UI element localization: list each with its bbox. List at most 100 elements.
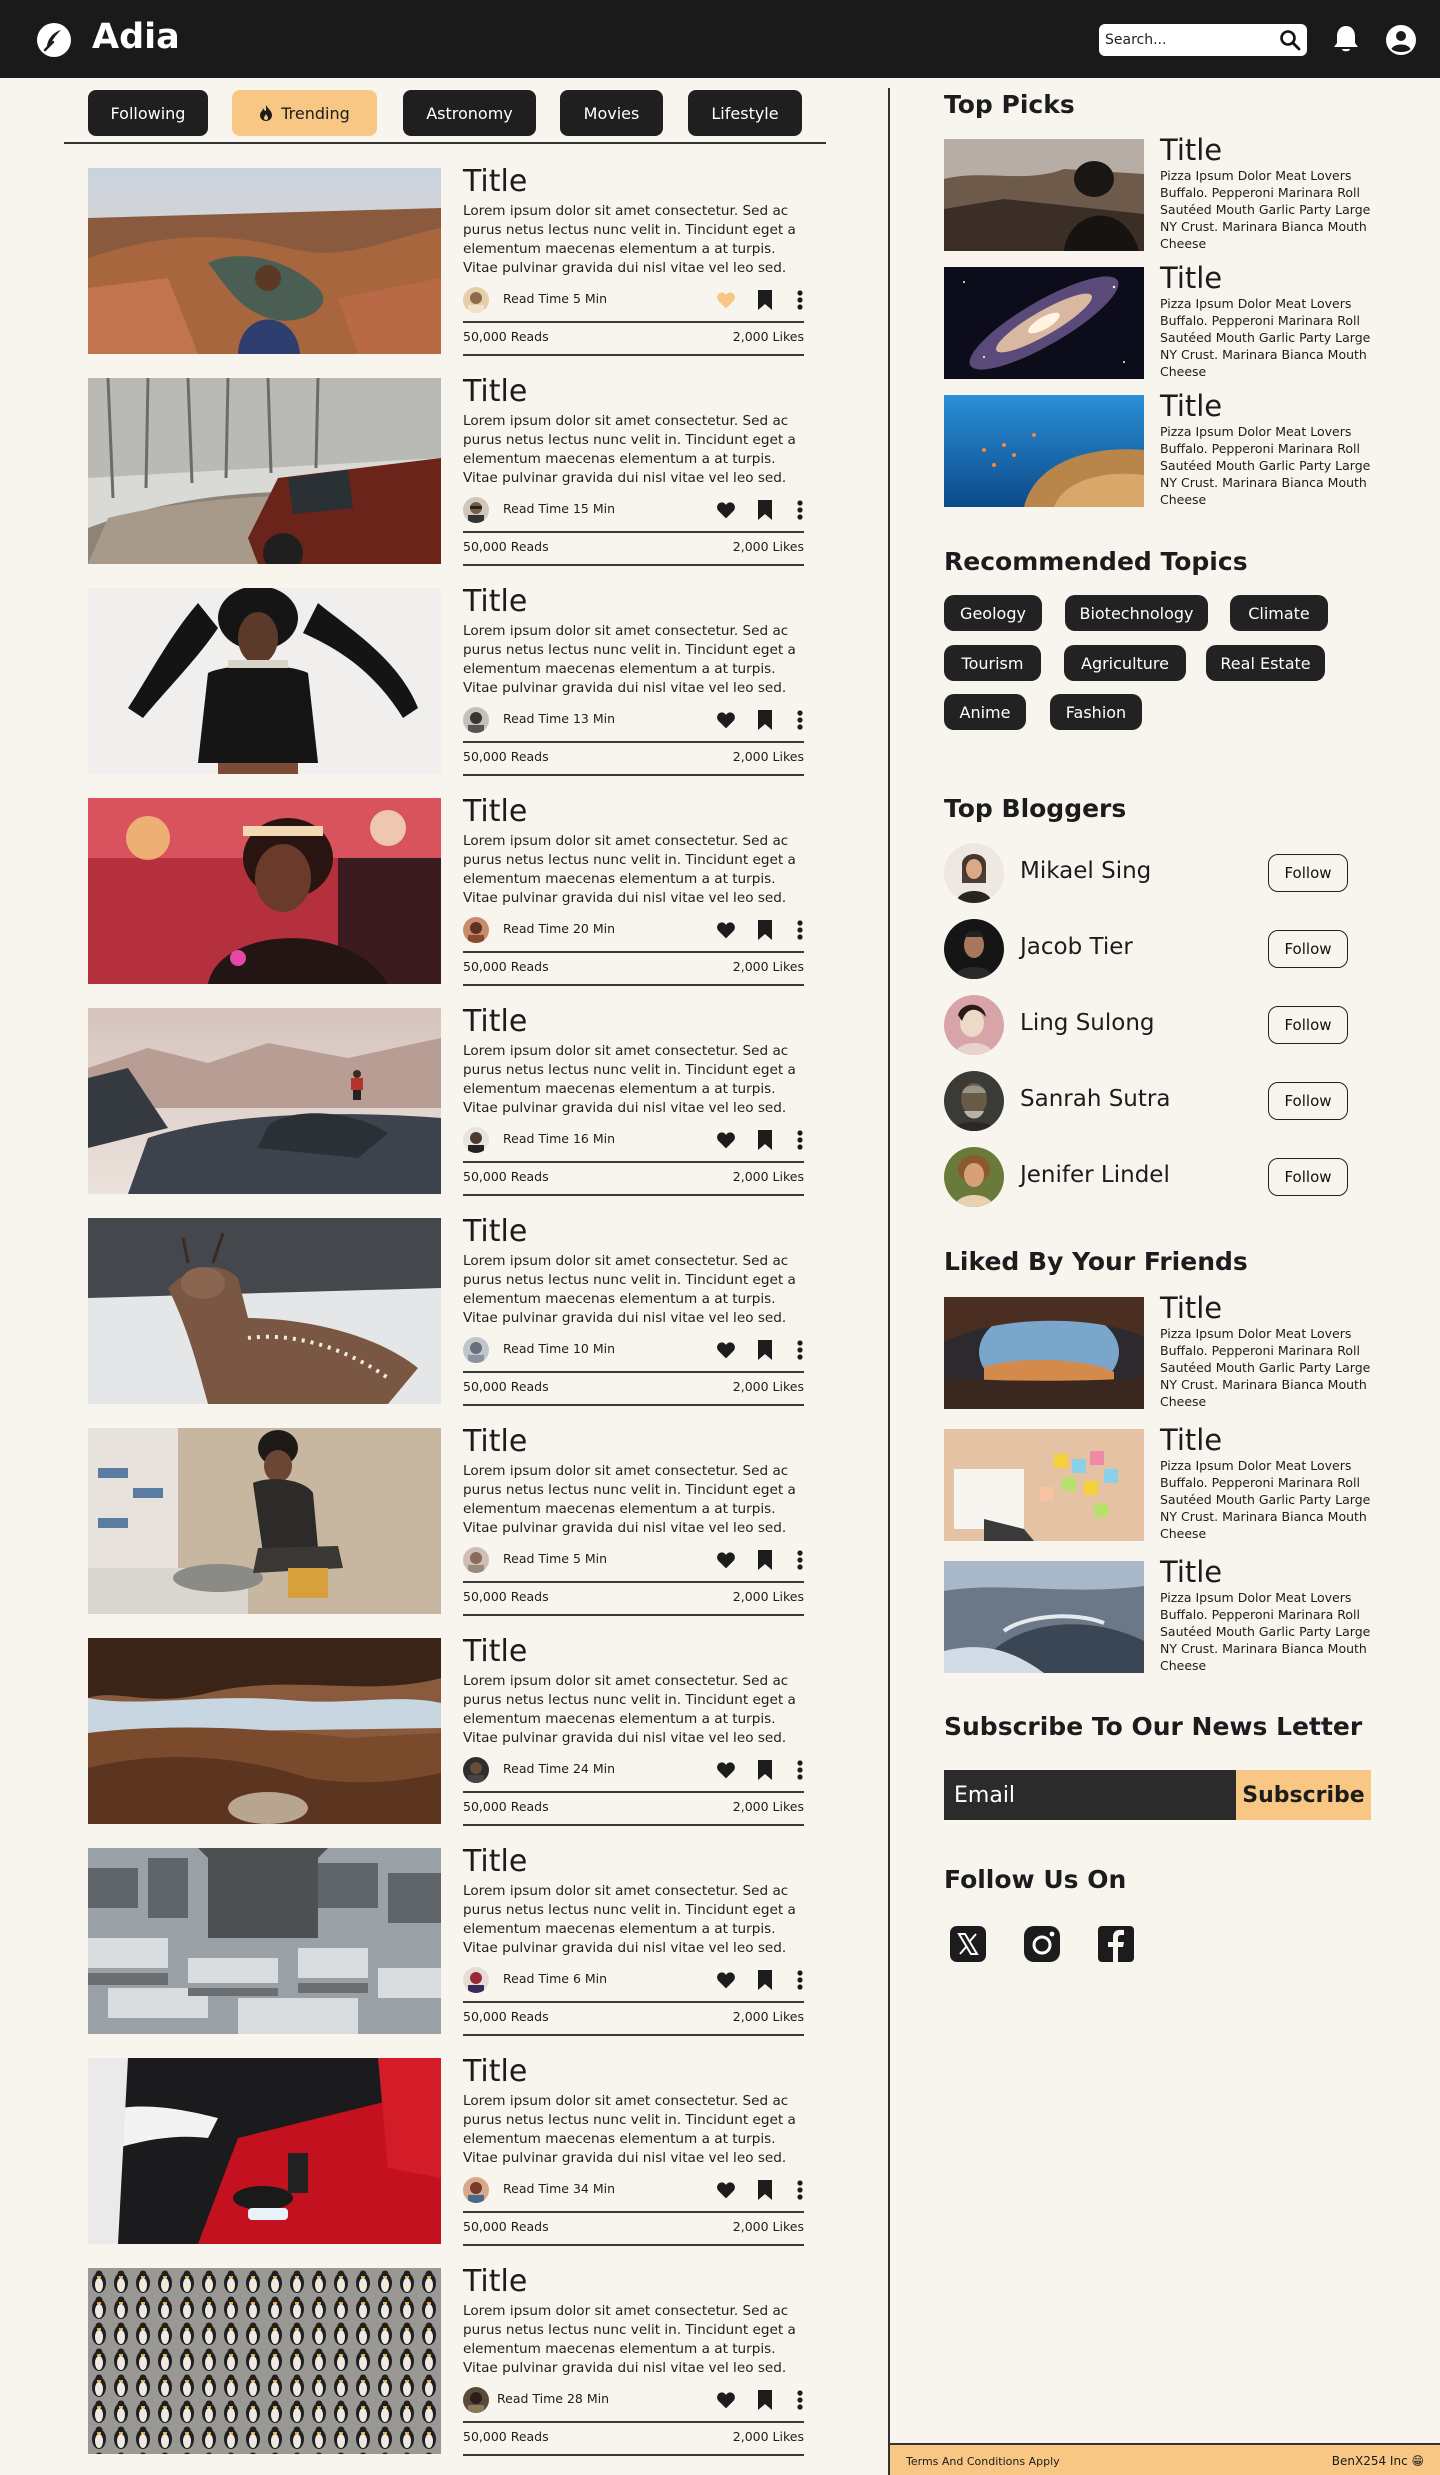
blogger-avatar[interactable] [944, 843, 1004, 903]
article-card[interactable]: Title Lorem ipsum dolor sit amet consect… [88, 2264, 804, 2456]
blogger-avatar[interactable] [944, 1071, 1004, 1131]
terms-link[interactable]: Terms And Conditions Apply [906, 2455, 1060, 2468]
author-avatar[interactable] [463, 1337, 489, 1363]
heart-icon[interactable] [716, 1130, 736, 1150]
liked-item[interactable]: Title Pizza Ipsum Dolor Meat Lovers Buff… [944, 1291, 1384, 1409]
article-image[interactable] [88, 1428, 441, 1614]
liked-image[interactable] [944, 1297, 1144, 1409]
article-image[interactable] [88, 378, 441, 564]
facebook-icon[interactable] [1096, 1924, 1136, 1964]
bell-icon[interactable] [1329, 22, 1363, 56]
blogger-name[interactable]: Sanrah Sutra [1020, 1086, 1170, 1112]
follow-button[interactable]: Follow [1268, 1158, 1348, 1196]
article-card[interactable]: Title Lorem ipsum dolor sit amet consect… [88, 1844, 804, 2036]
author-avatar[interactable] [463, 287, 489, 313]
liked-image[interactable] [944, 1429, 1144, 1541]
kebab-menu-icon[interactable] [796, 1129, 804, 1151]
blogger-avatar[interactable] [944, 919, 1004, 979]
topic-chip[interactable]: Tourism [944, 645, 1041, 681]
heart-icon[interactable] [716, 290, 736, 310]
author-avatar[interactable] [463, 497, 489, 523]
article-card[interactable]: Title Lorem ipsum dolor sit amet consect… [88, 1004, 804, 1196]
liked-title[interactable]: Title [1160, 1555, 1222, 1589]
heart-icon[interactable] [716, 1340, 736, 1360]
bookmark-icon[interactable] [756, 1549, 774, 1571]
article-title[interactable]: Title [463, 164, 527, 199]
heart-icon[interactable] [716, 2180, 736, 2200]
kebab-menu-icon[interactable] [796, 1759, 804, 1781]
kebab-menu-icon[interactable] [796, 289, 804, 311]
kebab-menu-icon[interactable] [796, 499, 804, 521]
topic-chip[interactable]: Climate [1230, 595, 1328, 631]
article-title[interactable]: Title [463, 1424, 527, 1459]
article-title[interactable]: Title [463, 2054, 527, 2089]
article-image[interactable] [88, 168, 441, 354]
blogger-avatar[interactable] [944, 995, 1004, 1055]
article-image[interactable] [88, 2058, 441, 2244]
tab-lifestyle[interactable]: Lifestyle [688, 90, 802, 136]
tab-following[interactable]: Following [88, 90, 208, 136]
bookmark-icon[interactable] [756, 1969, 774, 1991]
article-image[interactable] [88, 1848, 441, 2034]
blogger-avatar[interactable] [944, 1147, 1004, 1207]
blogger-name[interactable]: Ling Sulong [1020, 1010, 1155, 1036]
article-title[interactable]: Title [463, 584, 527, 619]
kebab-menu-icon[interactable] [796, 1549, 804, 1571]
bookmark-icon[interactable] [756, 2389, 774, 2411]
bookmark-icon[interactable] [756, 1759, 774, 1781]
kebab-menu-icon[interactable] [796, 1969, 804, 1991]
heart-icon[interactable] [716, 500, 736, 520]
kebab-menu-icon[interactable] [796, 709, 804, 731]
topic-chip[interactable]: Real Estate [1206, 645, 1325, 681]
article-card[interactable]: Title Lorem ipsum dolor sit amet consect… [88, 164, 804, 356]
article-card[interactable]: Title Lorem ipsum dolor sit amet consect… [88, 584, 804, 776]
follow-button[interactable]: Follow [1268, 854, 1348, 892]
heart-icon[interactable] [716, 1970, 736, 1990]
blogger-name[interactable]: Jenifer Lindel [1020, 1162, 1170, 1188]
user-circle-icon[interactable] [1385, 24, 1417, 56]
topic-chip[interactable]: Agriculture [1064, 645, 1186, 681]
top-pick-image[interactable] [944, 395, 1144, 507]
tab-astronomy[interactable]: Astronomy [403, 90, 536, 136]
liked-item[interactable]: Title Pizza Ipsum Dolor Meat Lovers Buff… [944, 1423, 1384, 1541]
kebab-menu-icon[interactable] [796, 2179, 804, 2201]
article-image[interactable] [88, 588, 441, 774]
blogger-name[interactable]: Jacob Tier [1020, 934, 1133, 960]
kebab-menu-icon[interactable] [796, 919, 804, 941]
search-box[interactable] [1099, 24, 1307, 56]
search-input[interactable] [1105, 32, 1265, 48]
article-title[interactable]: Title [463, 2264, 527, 2299]
top-pick-image[interactable] [944, 139, 1144, 251]
heart-icon[interactable] [716, 2390, 736, 2410]
follow-button[interactable]: Follow [1268, 930, 1348, 968]
tab-trending[interactable]: Trending [232, 90, 377, 136]
article-card[interactable]: Title Lorem ipsum dolor sit amet consect… [88, 794, 804, 986]
top-pick-item[interactable]: Title Pizza Ipsum Dolor Meat Lovers Buff… [944, 133, 1384, 251]
top-pick-title[interactable]: Title [1160, 261, 1222, 295]
article-title[interactable]: Title [463, 1634, 527, 1669]
follow-button[interactable]: Follow [1268, 1082, 1348, 1120]
liked-title[interactable]: Title [1160, 1423, 1222, 1457]
bookmark-icon[interactable] [756, 919, 774, 941]
x-twitter-icon[interactable] [948, 1924, 988, 1964]
article-title[interactable]: Title [463, 1214, 527, 1249]
article-card[interactable]: Title Lorem ipsum dolor sit amet consect… [88, 374, 804, 566]
topic-chip[interactable]: Biotechnology [1065, 595, 1208, 631]
brand-name[interactable]: Adia [92, 17, 180, 57]
author-avatar[interactable] [463, 1757, 489, 1783]
email-field[interactable] [944, 1770, 1236, 1820]
article-title[interactable]: Title [463, 1844, 527, 1879]
liked-item[interactable]: Title Pizza Ipsum Dolor Meat Lovers Buff… [944, 1555, 1384, 1673]
top-pick-image[interactable] [944, 267, 1144, 379]
heart-icon[interactable] [716, 920, 736, 940]
top-pick-item[interactable]: Title Pizza Ipsum Dolor Meat Lovers Buff… [944, 261, 1384, 379]
bookmark-icon[interactable] [756, 499, 774, 521]
bookmark-icon[interactable] [756, 289, 774, 311]
article-image[interactable] [88, 1008, 441, 1194]
instagram-icon[interactable] [1022, 1924, 1062, 1964]
heart-icon[interactable] [716, 1550, 736, 1570]
bookmark-icon[interactable] [756, 1129, 774, 1151]
liked-title[interactable]: Title [1160, 1291, 1222, 1325]
article-card[interactable]: Title Lorem ipsum dolor sit amet consect… [88, 2054, 804, 2246]
author-avatar[interactable] [463, 1547, 489, 1573]
